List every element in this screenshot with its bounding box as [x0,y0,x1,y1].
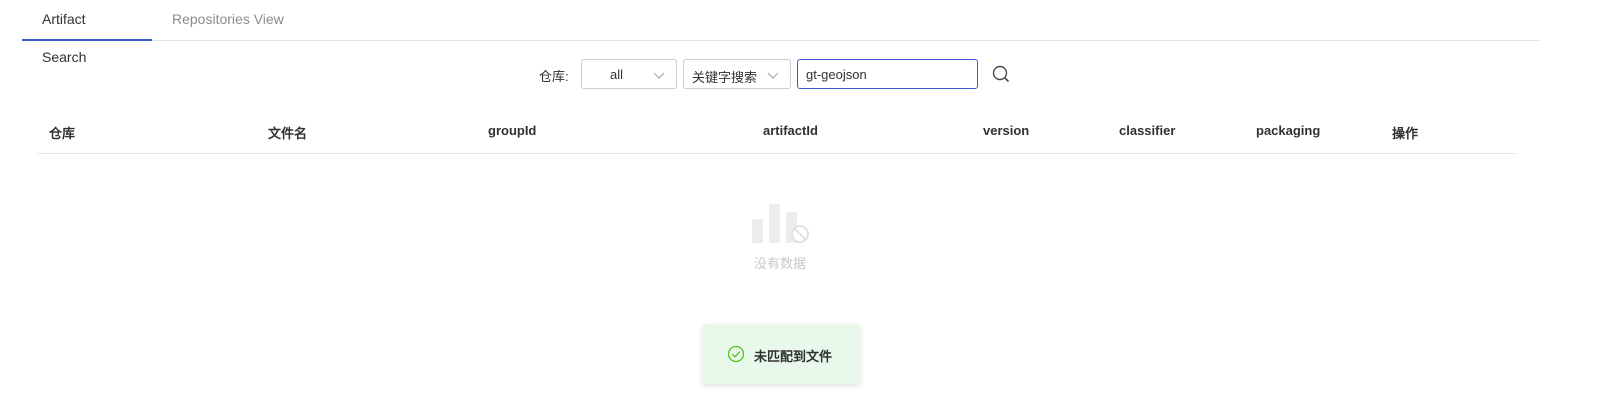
repository-select-value: all [610,67,624,82]
artifact-search-page: Artifact Search Repositories View 仓库: al… [0,0,1620,412]
search-input[interactable] [797,59,978,89]
chevron-down-icon [653,72,665,79]
repository-select[interactable]: all [581,59,677,89]
repository-label: 仓库: [539,69,569,84]
column-header-artifactid: artifactId [763,123,818,138]
column-header-actions: 操作 [1392,126,1419,141]
column-header-filename: 文件名 [268,126,308,141]
column-header-packaging: packaging [1256,123,1321,138]
results-table-header: 仓库 文件名 groupId artifactId version classi… [37,110,1517,154]
check-circle-icon [727,345,745,363]
column-header-classifier: classifier [1119,123,1176,138]
empty-state-text: 没有数据 [753,256,806,271]
column-header-version: version [983,123,1030,138]
tab-artifact-search[interactable]: Artifact Search [22,0,152,65]
tab-bar: Artifact Search Repositories View [22,0,1540,65]
chevron-down-icon [767,72,779,79]
column-header-repository: 仓库 [49,126,76,141]
search-mode-select[interactable]: 关键字搜索 [683,59,791,89]
column-header-groupid: groupId [488,123,537,138]
toast-message: 未匹配到文件 [754,349,833,364]
notification-toast: 未匹配到文件 [702,324,860,384]
search-bar: 仓库: all 关键字搜索 [0,59,1620,91]
empty-data-icon [752,204,809,243]
search-icon[interactable] [990,63,1012,85]
search-mode-value: 关键字搜索 [692,70,758,85]
tab-repositories-view[interactable]: Repositories View [152,0,304,39]
